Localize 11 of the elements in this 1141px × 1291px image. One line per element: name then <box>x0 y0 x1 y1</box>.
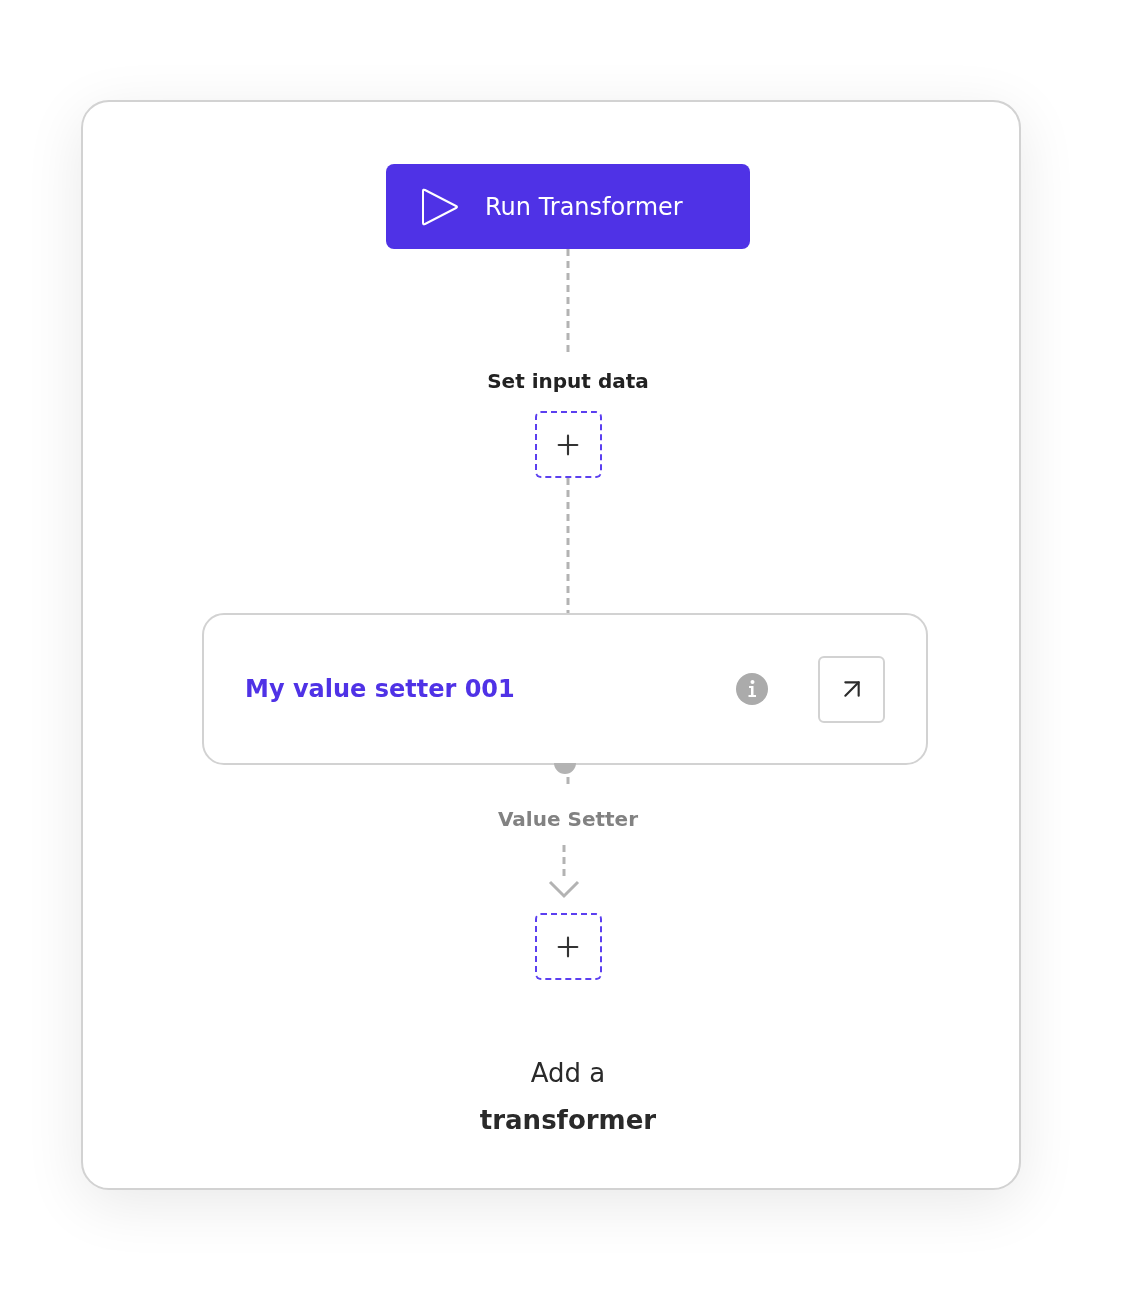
step-label: Set input data <box>487 368 649 395</box>
play-icon <box>421 187 459 226</box>
node-type-label: Value Setter <box>498 806 638 833</box>
open-button[interactable] <box>818 655 885 723</box>
run-transformer-button[interactable]: Run Transformer <box>386 164 750 249</box>
add-step-button[interactable] <box>534 411 602 478</box>
add-step-button[interactable] <box>534 913 602 980</box>
info-icon <box>736 673 768 705</box>
dashed-connector <box>566 777 570 787</box>
add-transformer-text: Add a transformer <box>478 1057 658 1137</box>
node-title: My value setter 001 <box>245 675 516 703</box>
